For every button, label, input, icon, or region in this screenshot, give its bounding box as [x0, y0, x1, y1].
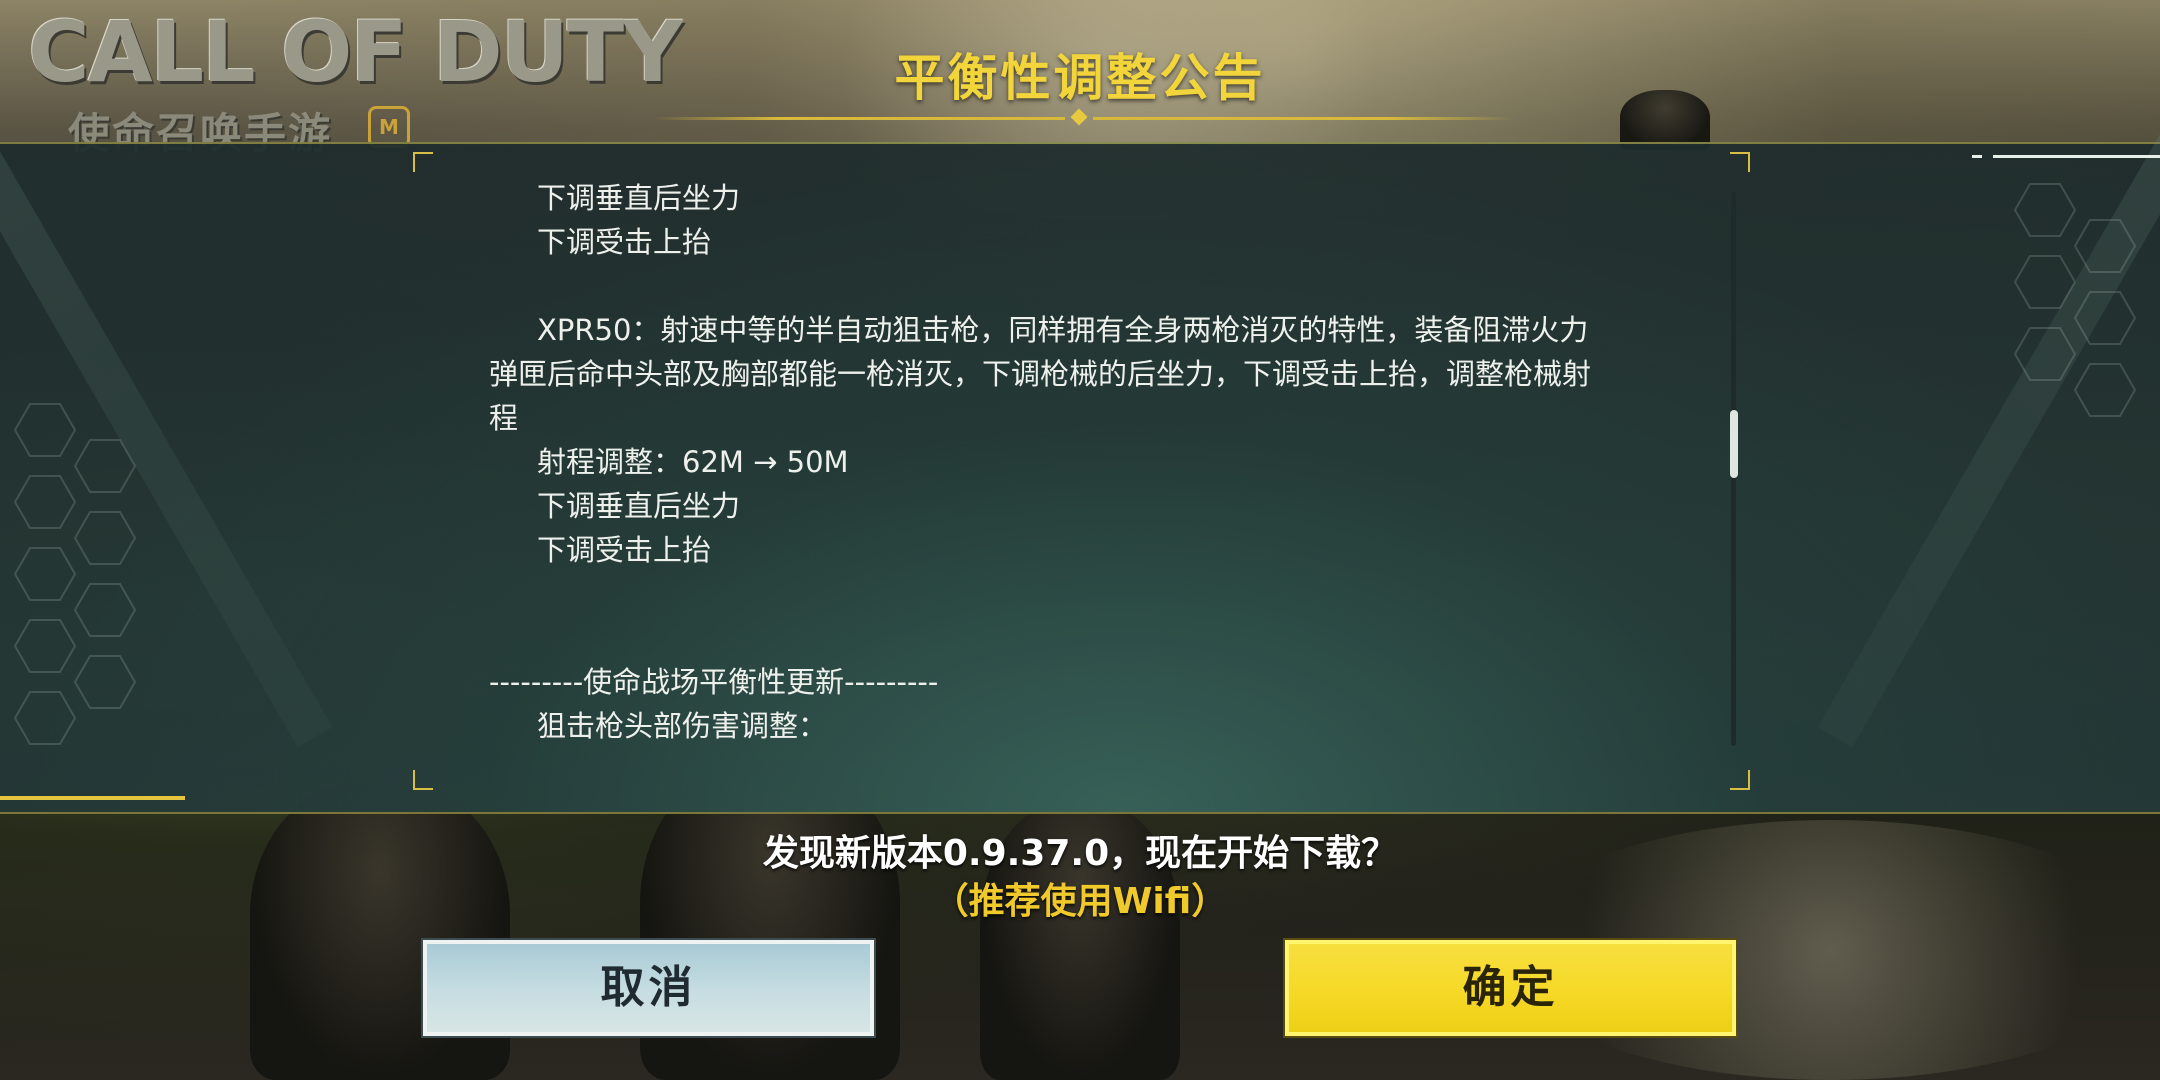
announcement-line: 下调受击上抬	[537, 533, 712, 567]
announcement-line: 程	[489, 401, 519, 435]
announcement-line: 下调垂直后坐力	[537, 489, 741, 523]
dialog-title: 平衡性调整公告	[894, 49, 1266, 107]
title-divider-left	[655, 117, 1065, 120]
frame-corner	[1730, 152, 1750, 172]
hex-pattern	[2013, 183, 2137, 417]
announcement-text-scroll[interactable]: 下调垂直后坐力 下调受击上抬 XPR50：射速中等的半自动狙击枪，同样拥有全身两枪消…	[489, 176, 1659, 756]
scrollbar-thumb[interactable]	[1730, 410, 1738, 478]
announcement-line: 射程调整：62M → 50M	[537, 445, 849, 479]
wifi-hint: （推荐使用Wifi）	[932, 881, 1228, 922]
frame-corner	[413, 152, 433, 172]
announcement-line: XPR50：射速中等的半自动狙击枪，同样拥有全身两枪消灭的特性，装备阻滞火力	[537, 313, 1589, 347]
hex-pattern	[13, 403, 137, 745]
panel-accent-bar	[0, 796, 185, 800]
frame-corner	[1730, 770, 1750, 790]
confirm-button[interactable]: 确定	[1283, 938, 1738, 1038]
panel-indicator-long	[1993, 155, 2160, 158]
announcement-line: 狙击枪头部伤害调整：	[537, 709, 828, 743]
title-divider-right	[1093, 117, 1513, 120]
announcement-line: 弹匣后命中头部及胸部都能一枪消灭，下调枪械的后坐力，下调受击上抬，调整枪械射	[489, 357, 1592, 391]
announcement-line: ---------使命战场平衡性更新---------	[489, 665, 939, 699]
cancel-button[interactable]: 取消	[421, 938, 876, 1038]
game-update-screen: CALL OF DUTY 使命召唤手游 M 平衡性调整公告 下调垂直后坐力 下调…	[0, 0, 2160, 1080]
announcement-line: 下调受击上抬	[537, 225, 712, 259]
frame-corner	[413, 770, 433, 790]
panel-indicator-short	[1972, 155, 1982, 158]
announcement-line: 下调垂直后坐力	[537, 181, 741, 215]
update-prompt: 发现新版本0.9.37.0，现在开始下载？	[762, 833, 1398, 874]
